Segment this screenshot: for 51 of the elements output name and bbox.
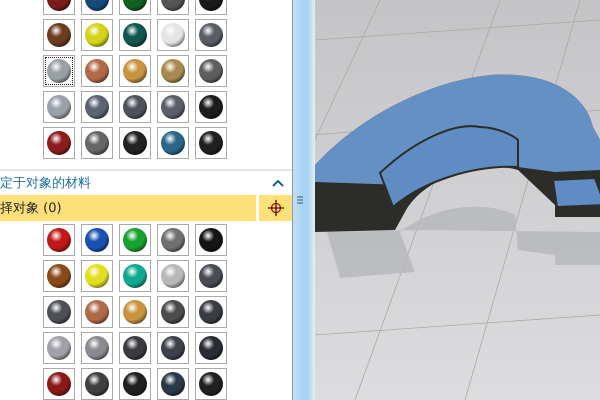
crosshair-button[interactable] xyxy=(259,195,292,221)
material-swatch[interactable] xyxy=(157,224,189,256)
material-swatch[interactable] xyxy=(119,55,151,87)
material-swatch[interactable] xyxy=(43,55,75,87)
material-swatch[interactable] xyxy=(195,55,227,87)
material-swatch[interactable] xyxy=(157,55,189,87)
material-swatch[interactable] xyxy=(195,296,227,328)
select-object-row[interactable]: 择对象 (0) xyxy=(0,195,256,221)
material-swatch[interactable] xyxy=(119,296,151,328)
material-swatch[interactable] xyxy=(195,368,227,400)
material-swatch[interactable] xyxy=(119,224,151,256)
material-swatch[interactable] xyxy=(195,91,227,123)
material-swatch[interactable] xyxy=(81,368,113,400)
material-swatch[interactable] xyxy=(81,224,113,256)
material-swatch[interactable] xyxy=(157,368,189,400)
material-swatch[interactable] xyxy=(157,91,189,123)
material-swatch[interactable] xyxy=(157,332,189,364)
material-swatch[interactable] xyxy=(43,91,75,123)
material-swatch[interactable] xyxy=(81,55,113,87)
material-swatch[interactable] xyxy=(43,260,75,292)
material-swatch[interactable] xyxy=(43,224,75,256)
material-swatch[interactable] xyxy=(195,19,227,51)
material-swatch[interactable] xyxy=(119,368,151,400)
material-swatch[interactable] xyxy=(81,296,113,328)
material-swatch[interactable] xyxy=(43,332,75,364)
material-swatch[interactable] xyxy=(43,296,75,328)
material-swatch[interactable] xyxy=(119,19,151,51)
material-swatch[interactable] xyxy=(81,91,113,123)
material-swatch[interactable] xyxy=(43,368,75,400)
material-swatch[interactable] xyxy=(81,19,113,51)
material-swatch[interactable] xyxy=(43,19,75,51)
grip-icon[interactable] xyxy=(297,196,303,204)
material-swatch[interactable] xyxy=(81,260,113,292)
section-title: 定于对象的材料 xyxy=(0,175,91,192)
material-swatch[interactable] xyxy=(157,260,189,292)
chevron-up-icon[interactable] xyxy=(272,179,284,188)
material-swatch[interactable] xyxy=(195,224,227,256)
material-swatch[interactable] xyxy=(119,260,151,292)
material-swatch[interactable] xyxy=(119,332,151,364)
material-swatch[interactable] xyxy=(119,127,151,159)
material-swatch[interactable] xyxy=(43,127,75,159)
material-swatch[interactable] xyxy=(81,127,113,159)
crosshair-icon xyxy=(266,199,284,218)
material-swatch[interactable] xyxy=(81,332,113,364)
material-swatch[interactable] xyxy=(195,127,227,159)
material-swatch[interactable] xyxy=(157,296,189,328)
material-swatch[interactable] xyxy=(119,91,151,123)
material-swatch[interactable] xyxy=(157,127,189,159)
material-swatch[interactable] xyxy=(195,332,227,364)
material-swatch[interactable] xyxy=(195,260,227,292)
material-swatch[interactable] xyxy=(157,19,189,51)
